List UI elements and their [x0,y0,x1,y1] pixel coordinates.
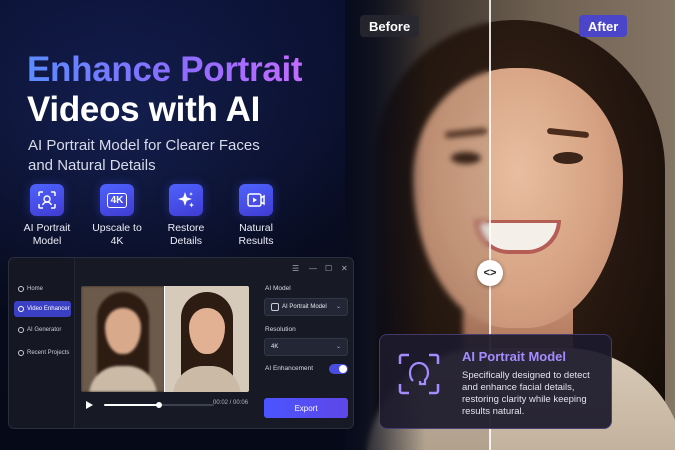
after-badge: After [579,15,628,37]
export-button[interactable]: Export [264,398,348,418]
4k-icon: 4K [100,184,134,216]
menu-icon[interactable]: ☰ [292,264,299,273]
clock-icon [18,350,24,356]
ai-model-select[interactable]: AI Portrait Model ⌄ [264,298,348,316]
before-badge: Before [360,15,420,37]
sparkle-icon [169,184,203,216]
preview-divider[interactable] [164,286,165,392]
preview-after [165,286,249,392]
sidebar-item-video-enhancer[interactable]: Video Enhancer [14,301,71,317]
ai-enhancement-toggle[interactable] [329,364,348,374]
face-scan-icon [396,351,442,397]
card-title: AI Portrait Model [462,349,567,364]
sidebar-item-ai-generator[interactable]: AI Generator [14,322,71,338]
feature-label: Natural Results [238,222,274,247]
playback-scrubber[interactable] [104,402,214,408]
ai-generator-icon [18,327,24,333]
sidebar-item-recent-projects[interactable]: Recent Projects [14,345,71,361]
app-sidebar: Home Video Enhancer AI Generator Recent … [9,258,75,428]
scrubber-knob[interactable] [156,402,162,408]
playback-time: 00:02 / 00:06 [213,400,249,406]
resolution-value: 4K [271,344,279,350]
card-description: Specifically designed to detect and enha… [462,370,590,417]
ai-enhancement-label: AI Enhancement [265,365,314,372]
sidebar-item-label: Home [27,286,44,292]
video-preview[interactable] [81,286,249,392]
close-icon[interactable]: ✕ [341,264,348,273]
sidebar-item-label: Video Enhancer [27,306,70,312]
resolution-select[interactable]: 4K ⌄ [264,338,348,356]
resolution-label: Resolution [265,326,296,333]
video-play-icon [239,184,273,216]
headline-line2: Videos with AI [27,90,261,129]
feature-ai-portrait: AI Portrait Model [18,184,76,248]
feature-label: AI Portrait Model [23,222,71,247]
headline-line1: Enhance Portrait [27,50,303,89]
play-icon[interactable] [86,401,93,409]
right-brow [546,127,590,139]
app-window: Home Video Enhancer AI Generator Recent … [8,257,354,429]
info-card: AI Portrait Model Specifically designed … [379,334,612,429]
preview-before [81,286,165,392]
home-icon [18,286,24,292]
feature-restore: Restore Details [157,184,215,248]
comparison-slider-handle[interactable]: <> [477,260,503,286]
sidebar-item-label: Recent Projects [27,350,70,356]
headline-subtitle: AI Portrait Model for Clearer Faces and … [28,137,260,174]
maximize-icon[interactable]: ☐ [325,264,332,273]
ai-model-value: AI Portrait Model [282,304,327,310]
right-eye [553,152,583,164]
chevron-down-icon: ⌄ [335,304,341,310]
minimize-icon[interactable]: — [309,264,317,273]
ai-model-label: AI Model [265,285,291,292]
playback-progress [104,404,159,406]
face-scan-icon [30,184,64,216]
feature-list: AI Portrait Model 4K Upscale to 4K Resto… [18,184,318,254]
video-enhancer-icon [18,306,24,312]
feature-label: Upscale to 4K [92,222,142,247]
sidebar-item-home[interactable]: Home [14,281,71,297]
sidebar-item-label: AI Generator [27,327,62,333]
feature-label: Restore Details [167,222,205,247]
feature-upscale: 4K Upscale to 4K [88,184,146,248]
feature-natural: Natural Results [227,184,285,248]
chevron-down-icon: ⌄ [335,344,341,350]
portrait-model-icon [271,303,279,311]
